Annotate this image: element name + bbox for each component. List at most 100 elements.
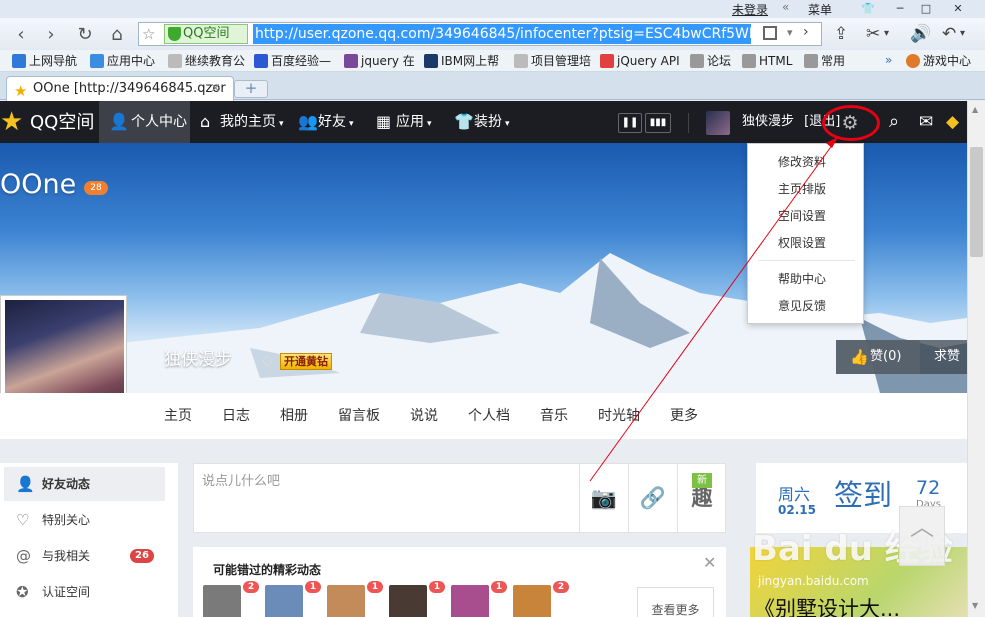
- username[interactable]: 独侠漫步: [742, 114, 794, 129]
- address-bar[interactable]: ☆ QQ空间 http://user.qzone.qq.com/34964684…: [138, 22, 822, 46]
- post-input[interactable]: 说点儿什么吧: [202, 470, 280, 489]
- bookmark-item[interactable]: 应用中心: [90, 53, 155, 69]
- bookmark-item[interactable]: IBM网上帮: [424, 53, 499, 69]
- settings-menu-item[interactable]: 权限设置: [748, 230, 865, 256]
- profile-avatar[interactable]: [0, 295, 127, 393]
- sidebar-item[interactable]: ♡ 特别关心: [4, 503, 165, 537]
- beg-like-button[interactable]: 求赞: [934, 340, 960, 374]
- forward-icon[interactable]: ›: [40, 24, 62, 46]
- maximize-icon[interactable]: □: [918, 2, 934, 16]
- home-icon[interactable]: ⌂: [106, 24, 128, 46]
- bookmarks-more[interactable]: »: [885, 53, 892, 67]
- bookmark-item[interactable]: 上网导航: [12, 53, 77, 69]
- profile-tab[interactable]: 更多: [670, 393, 698, 439]
- user-avatar[interactable]: [706, 111, 730, 135]
- volume-icon[interactable]: 🔊: [910, 24, 931, 44]
- settings-menu-item[interactable]: 修改资料: [748, 149, 865, 175]
- feed-avatar[interactable]: [513, 585, 551, 617]
- feed-avatar[interactable]: [451, 585, 489, 617]
- profile-tab[interactable]: 音乐: [540, 393, 568, 439]
- profile-tab[interactable]: 说说: [410, 393, 438, 439]
- bookmark-item[interactable]: jquery 在: [344, 53, 415, 69]
- fun-button[interactable]: 趣 新: [677, 464, 726, 532]
- diamond-icon: ◇: [262, 353, 273, 369]
- feed-avatar[interactable]: [389, 585, 427, 617]
- close-icon[interactable]: ✕: [950, 2, 966, 16]
- attach-icon[interactable]: 🔗: [628, 464, 677, 532]
- qzone-logo[interactable]: ★ QQ空间: [0, 108, 94, 136]
- sidebar-item[interactable]: ✪ 认证空间: [4, 575, 165, 609]
- camera-icon[interactable]: 📷: [579, 464, 628, 532]
- undo-icon[interactable]: ↶: [942, 24, 956, 44]
- pause-icon[interactable]: ❚❚: [618, 113, 642, 133]
- close-icon[interactable]: ✕: [703, 553, 716, 572]
- profile-tab[interactable]: 个人档: [468, 393, 510, 439]
- feed-avatar[interactable]: [203, 585, 241, 617]
- qr-code-icon[interactable]: [763, 26, 777, 40]
- post-box[interactable]: 说点儿什么吧 📷 🔗 趣 新: [193, 463, 726, 533]
- settings-menu-item[interactable]: 空间设置: [748, 203, 865, 229]
- settings-menu-item[interactable]: 意见反馈: [748, 293, 865, 319]
- scissors-icon[interactable]: ✂: [866, 24, 880, 44]
- settings-menu-item[interactable]: 帮助中心: [748, 266, 865, 292]
- profile-tab[interactable]: 相册: [280, 393, 308, 439]
- menu-button[interactable]: 菜单: [808, 1, 832, 18]
- bookmark-games[interactable]: 游戏中心: [906, 53, 971, 69]
- feed-avatar[interactable]: [265, 585, 303, 617]
- qnav-item-1[interactable]: 👤 个人中心: [99, 101, 190, 143]
- scroll-top-button[interactable]: ︿: [899, 506, 945, 566]
- bookmark-item[interactable]: jQuery API: [600, 53, 680, 69]
- profile-tab[interactable]: 留言板: [338, 393, 380, 439]
- back-icon[interactable]: ‹: [10, 24, 32, 46]
- bookmark-item[interactable]: HTML: [742, 53, 792, 69]
- bookmark-item[interactable]: 继续教育公: [168, 53, 245, 69]
- collapse-icon[interactable]: «: [782, 0, 789, 14]
- equalizer-icon[interactable]: ▮▮▮: [645, 113, 671, 133]
- bookmark-item[interactable]: 常用: [804, 53, 845, 69]
- scroll-up-icon[interactable]: ▲: [972, 105, 978, 114]
- settings-menu-item[interactable]: 主页排版: [748, 176, 865, 202]
- share-icon[interactable]: ⇪: [834, 24, 848, 44]
- view-more-button[interactable]: 查看更多: [637, 587, 714, 617]
- chevron-down-icon[interactable]: ▾: [960, 24, 965, 44]
- favorite-star-icon[interactable]: ☆: [142, 25, 155, 43]
- login-link[interactable]: 未登录: [732, 1, 768, 18]
- profile-tab[interactable]: 时光轴: [598, 393, 640, 439]
- security-badge[interactable]: QQ空间: [164, 24, 248, 44]
- refresh-icon[interactable]: ↻: [74, 24, 96, 46]
- sidebar-item[interactable]: 👤 好友动态: [4, 467, 165, 501]
- yellow-diamond-button[interactable]: 开通黄钻: [280, 353, 332, 370]
- url-text[interactable]: http://user.qzone.qq.com/349646845/infoc…: [253, 24, 751, 44]
- minimize-icon[interactable]: ─: [892, 2, 908, 16]
- new-tab-button[interactable]: +: [234, 80, 268, 98]
- skin-icon[interactable]: 👕: [860, 2, 876, 16]
- qnav-item-4[interactable]: ▦ 应用 ▾: [372, 101, 444, 143]
- go-icon[interactable]: ›: [803, 24, 809, 40]
- tab-qzone[interactable]: ★ OOne [http://349646845.qzor ×: [6, 76, 234, 101]
- checkin-count: 72: [916, 477, 941, 499]
- chevron-down-icon[interactable]: ▾: [787, 26, 793, 39]
- scroll-down-icon[interactable]: ▼: [972, 601, 978, 610]
- bookmark-item[interactable]: 论坛: [690, 53, 731, 69]
- qnav-item-3[interactable]: 👥 好友 ▾: [294, 101, 374, 143]
- tab-close-icon[interactable]: ×: [210, 77, 221, 100]
- qnav-item-5[interactable]: 👕 装扮 ▾: [450, 101, 524, 143]
- baidu-watermark-url: jingyan.baidu.com: [758, 574, 869, 588]
- diamond-icon[interactable]: ◆: [946, 109, 966, 135]
- bookmark-item[interactable]: 百度经验—: [254, 53, 331, 69]
- scrollbar-thumb[interactable]: [970, 147, 983, 257]
- like-button[interactable]: 👍 赞(0): [836, 340, 920, 374]
- chevron-down-icon[interactable]: ▾: [884, 24, 889, 44]
- level-badge[interactable]: 28: [84, 181, 108, 195]
- search-icon[interactable]: ⌕: [882, 109, 906, 135]
- profile-tab[interactable]: 主页: [164, 393, 192, 439]
- bookmark-item[interactable]: 项目管理培: [514, 53, 591, 69]
- feed-avatar[interactable]: [327, 585, 365, 617]
- profile-tab[interactable]: 日志: [222, 393, 250, 439]
- qnav-item-2[interactable]: ⌂ 我的主页 ▾: [196, 101, 288, 143]
- checkin-label[interactable]: 签到: [834, 477, 892, 513]
- scrollbar[interactable]: ▲ ▼: [967, 101, 985, 617]
- bookmarks-bar: 上网导航 应用中心 继续教育公 百度经验— jquery 在 IBM网上帮 项目管理培 jQu…: [0, 50, 985, 72]
- mail-icon[interactable]: ✉: [914, 109, 938, 135]
- sidebar-item[interactable]: @ 与我相关 26: [4, 539, 165, 573]
